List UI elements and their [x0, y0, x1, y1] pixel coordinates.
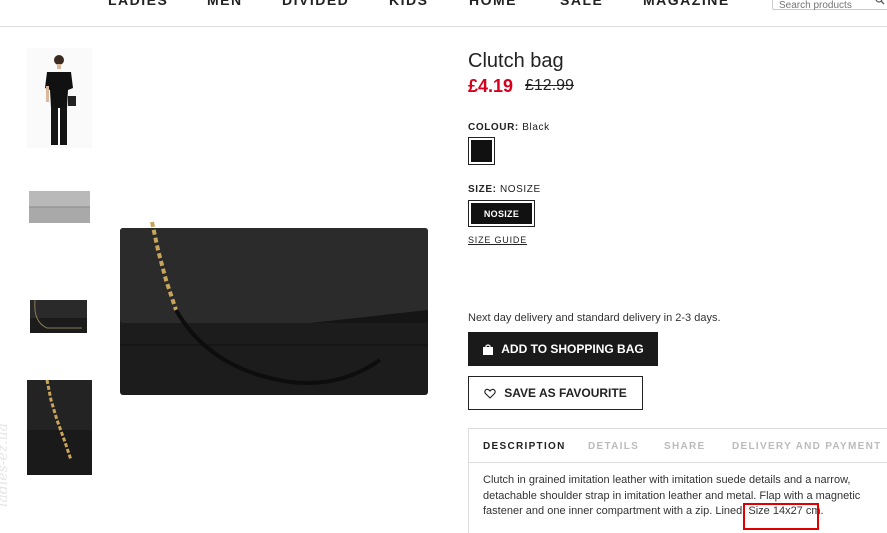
product-info-tabs: DESCRIPTION DETAILS SHARE DELIVERY AND P… — [468, 428, 887, 462]
product-title: Clutch bag — [468, 50, 564, 72]
grey-clutch-image — [29, 191, 90, 223]
clutch-bag-image — [120, 221, 428, 395]
thumbnail-clutch-detail[interactable] — [27, 380, 92, 475]
shopping-bag-icon — [483, 343, 494, 355]
top-navigation: LADIES MEN DIVIDED KIDS HOME SALE MAGAZI… — [0, 0, 887, 27]
nav-item-magazine[interactable]: MAGAZINE — [643, 0, 730, 8]
search-icon[interactable] — [875, 0, 885, 5]
colour-label: COLOUR: — [468, 122, 519, 133]
tab-share[interactable]: SHARE — [664, 441, 706, 452]
colour-value: Black — [522, 122, 550, 133]
size-row: SIZE: NOSIZE — [468, 184, 541, 195]
size-option-label: NOSIZE — [471, 203, 532, 224]
tab-details[interactable]: DETAILS — [588, 441, 639, 452]
clutch-detail-image — [27, 380, 92, 475]
search-box[interactable] — [772, 0, 887, 11]
search-input[interactable] — [779, 0, 869, 11]
thumbnail-grey-clutch[interactable] — [27, 185, 92, 225]
size-option-nosize[interactable]: NOSIZE — [468, 200, 535, 227]
nav-item-sale[interactable]: SALE — [560, 0, 603, 8]
watermark-text: ladies-ez.ua — [0, 423, 11, 507]
watermark: ladies-ez.ua — [0, 405, 26, 530]
main-product-image — [110, 210, 440, 400]
swatch-fill — [471, 140, 492, 162]
tab-description[interactable]: DESCRIPTION — [483, 441, 566, 452]
tab-delivery-payment[interactable]: DELIVERY AND PAYMENT — [732, 441, 882, 452]
thumbnail-model[interactable] — [27, 48, 92, 148]
add-to-bag-button[interactable]: ADD TO SHOPPING BAG — [468, 332, 658, 366]
colour-row: COLOUR: Black — [468, 122, 550, 133]
nav-item-men[interactable]: MEN — [207, 0, 243, 8]
highlight-box — [743, 503, 819, 530]
nav-item-home[interactable]: HOME — [469, 0, 517, 8]
nav-item-divided[interactable]: DIVIDED — [282, 0, 349, 8]
nav-item-ladies[interactable]: LADIES — [108, 0, 168, 8]
size-guide-link[interactable]: SIZE GUIDE — [468, 235, 527, 245]
model-image — [27, 48, 92, 148]
original-price: £12.99 — [525, 77, 574, 94]
size-label: SIZE: — [468, 184, 497, 195]
size-value: NOSIZE — [499, 184, 541, 195]
thumbnail-black-clutch[interactable] — [27, 292, 92, 337]
heart-icon — [484, 388, 496, 399]
nav-item-kids[interactable]: KIDS — [389, 0, 428, 8]
delivery-note: Next day delivery and standard delivery … — [468, 312, 721, 324]
save-favourite-button[interactable]: SAVE AS FAVOURITE — [468, 376, 643, 410]
colour-swatch-black[interactable] — [468, 137, 495, 165]
sale-price: £4.19 — [468, 76, 514, 96]
add-to-bag-label: ADD TO SHOPPING BAG — [501, 342, 644, 356]
black-clutch-image — [30, 299, 87, 333]
save-favourite-label: SAVE AS FAVOURITE — [504, 386, 627, 400]
